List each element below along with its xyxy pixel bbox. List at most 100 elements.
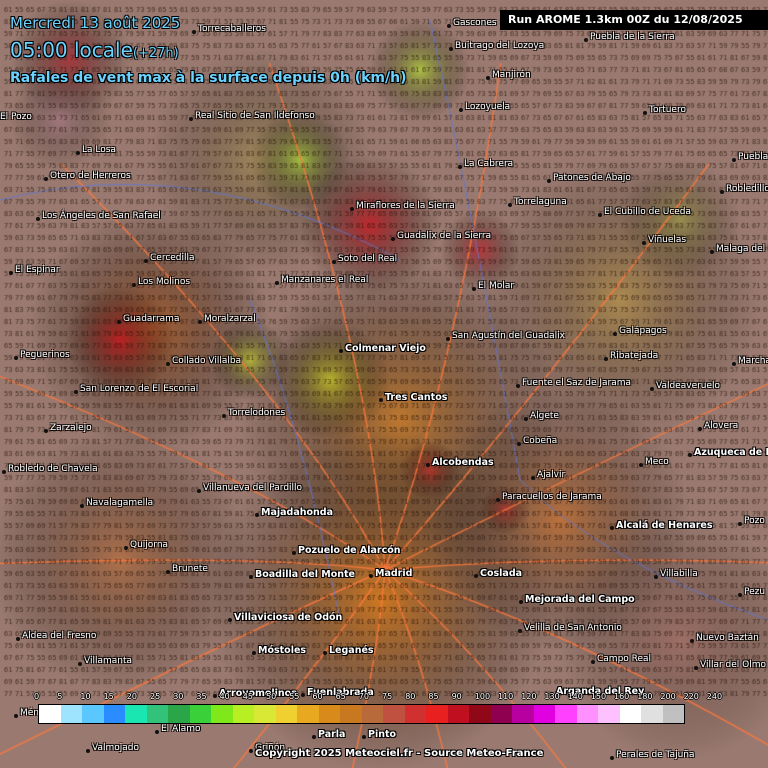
town-marker — [738, 522, 742, 526]
scale-swatch — [82, 705, 104, 723]
town-marker — [524, 417, 528, 421]
town-label: Otero de Herreros — [50, 171, 131, 181]
town-marker — [76, 151, 80, 155]
scale-tick-label: 130 — [544, 692, 560, 701]
scale-tick-label: 50 — [266, 692, 277, 701]
town-label: Pezu — [744, 587, 766, 597]
scale-tick-label: 65 — [335, 692, 346, 701]
town-label: Buitrago del Lozoya — [455, 41, 545, 51]
town-marker — [117, 320, 121, 324]
town-label: Mejorada del Campo — [525, 594, 635, 605]
scale-swatch — [189, 705, 211, 723]
town-marker — [350, 207, 354, 211]
scale-swatch — [39, 705, 61, 723]
town-label: Perales de Tajuña — [616, 750, 695, 760]
color-scale — [38, 704, 685, 724]
town-marker — [192, 30, 196, 34]
town-label: Peguerinos — [20, 350, 70, 360]
town-marker — [639, 463, 643, 467]
town-marker — [474, 574, 478, 578]
town-marker — [198, 320, 202, 324]
town-marker — [2, 470, 6, 474]
town-marker — [690, 639, 694, 643]
town-label: Pozuelo de Alarcón — [298, 545, 401, 556]
town-marker — [44, 177, 48, 181]
town-label: Algete — [530, 411, 559, 421]
town-label: Robledo de Chavela — [8, 464, 98, 474]
town-label: El Molar — [478, 281, 515, 291]
scale-tick-label: 160 — [614, 692, 630, 701]
scale-tick-label: 35 — [196, 692, 207, 701]
scale-tick-label: 25 — [150, 692, 161, 701]
town-marker — [339, 349, 343, 353]
scale-swatch — [447, 705, 469, 723]
forecast-time: 05:00 locale(+27h) — [10, 38, 179, 62]
town-label: San Lorenzo de El Escorial — [80, 384, 199, 394]
town-marker — [132, 283, 136, 287]
scale-swatch — [469, 705, 491, 723]
town-label: Villamanta — [84, 656, 133, 666]
town-label: Alcalá de Henares — [616, 520, 713, 531]
town-marker — [643, 111, 647, 115]
town-label: Villanueva del Pardillo — [203, 483, 303, 493]
town-label: Guadalix de la Sierra — [397, 231, 492, 241]
town-label: Meco — [645, 457, 669, 467]
scale-swatch — [103, 705, 125, 723]
town-marker — [332, 260, 336, 264]
town-label: Lozoyuela — [465, 102, 511, 112]
town-label: Madrid — [375, 568, 413, 579]
town-marker — [369, 574, 373, 578]
town-label: Paracuellos de Jarama — [502, 492, 602, 502]
town-label: Ribatejada — [610, 351, 659, 361]
town-label: Fuente el Saz de Jarama — [522, 378, 632, 388]
run-info: Run AROME 1.3km 00Z du 12/08/2025 — [500, 10, 768, 30]
town-marker — [508, 203, 512, 207]
scale-tick-label: 220 — [683, 692, 699, 701]
town-marker — [255, 513, 259, 517]
town-marker — [584, 38, 588, 42]
scale-swatch — [619, 705, 641, 723]
town-label: Torrecaballeros — [198, 24, 266, 34]
scale-tick-label: 5 — [57, 692, 63, 701]
scale-swatch — [512, 705, 534, 723]
town-label: Pinto — [368, 729, 397, 740]
town-marker — [78, 662, 82, 666]
scale-swatch — [275, 705, 297, 723]
town-label: Collado Villalba — [172, 356, 242, 366]
town-label: Zarzalejo — [50, 423, 92, 433]
scale-tick-label: 0 — [34, 692, 40, 701]
town-label: Cobeña — [523, 436, 558, 446]
town-marker — [426, 463, 430, 467]
town-marker — [249, 749, 253, 753]
town-label: El Cubillo de Uceda — [604, 207, 692, 217]
town-label: Puebla — [738, 152, 768, 162]
town-label: Real Sitio de San Ildefonso — [195, 111, 315, 121]
town-marker — [166, 570, 170, 574]
town-marker — [694, 666, 698, 670]
scale-swatch — [426, 705, 448, 723]
town-marker — [197, 489, 201, 493]
scale-tick-label: 10 — [80, 692, 91, 701]
town-label: Valmojado — [92, 743, 139, 753]
town-label: Leganés — [329, 645, 374, 656]
scale-tick-label: 70 — [358, 692, 369, 701]
scale-tick-label: 75 — [382, 692, 393, 701]
town-label: Robledillo — [726, 184, 768, 194]
scale-tick-label: 15 — [103, 692, 114, 701]
town-label: Tortuero — [649, 105, 686, 115]
town-marker — [654, 575, 658, 579]
town-label: Los Ángeles de San Rafael — [42, 211, 161, 221]
town-marker — [312, 735, 316, 739]
town-label: Pozo — [744, 516, 765, 526]
town-label: El Pozo — [0, 112, 32, 122]
scale-swatch — [576, 705, 598, 723]
town-marker — [591, 660, 595, 664]
scale-tick-label: 45 — [242, 692, 253, 701]
town-marker — [610, 756, 614, 760]
town-marker — [531, 476, 535, 480]
town-marker — [275, 281, 279, 285]
scale-tick-label: 100 — [474, 692, 491, 701]
town-marker — [688, 453, 692, 457]
scale-tick-label: 90 — [451, 692, 462, 701]
town-label: Majadahonda — [261, 507, 334, 518]
